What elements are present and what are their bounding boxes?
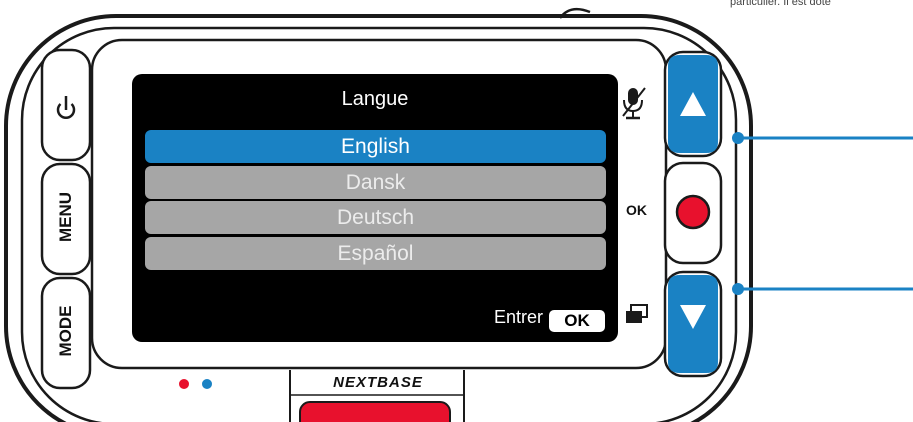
language-option-deutsch[interactable]: Deutsch bbox=[145, 201, 606, 234]
ok-record-button[interactable] bbox=[665, 163, 721, 263]
background-text: particulier. Il est doté bbox=[730, 0, 831, 8]
up-button[interactable] bbox=[665, 52, 721, 156]
enter-hint-label: Entrer bbox=[493, 307, 543, 327]
lcd-screen: Langue English Dansk Deutsch Español Ent… bbox=[132, 74, 618, 342]
led-red bbox=[179, 379, 189, 389]
language-option-espanol[interactable]: Español bbox=[145, 236, 606, 270]
menu-title: Langue bbox=[341, 88, 409, 110]
language-option-english[interactable]: English bbox=[145, 130, 606, 163]
bottom-red-button bbox=[299, 401, 451, 422]
ok-side-label: OK bbox=[626, 202, 647, 218]
led-blue bbox=[202, 379, 212, 389]
brand-logo: NEXTBASE bbox=[333, 374, 423, 391]
language-option-dansk[interactable]: Dansk bbox=[145, 165, 606, 199]
ok-hint-chip: OK bbox=[549, 310, 605, 332]
power-button[interactable] bbox=[42, 50, 90, 160]
mode-button[interactable]: MODE bbox=[56, 298, 76, 364]
down-button[interactable] bbox=[665, 272, 721, 376]
menu-button[interactable]: MENU bbox=[56, 184, 76, 250]
